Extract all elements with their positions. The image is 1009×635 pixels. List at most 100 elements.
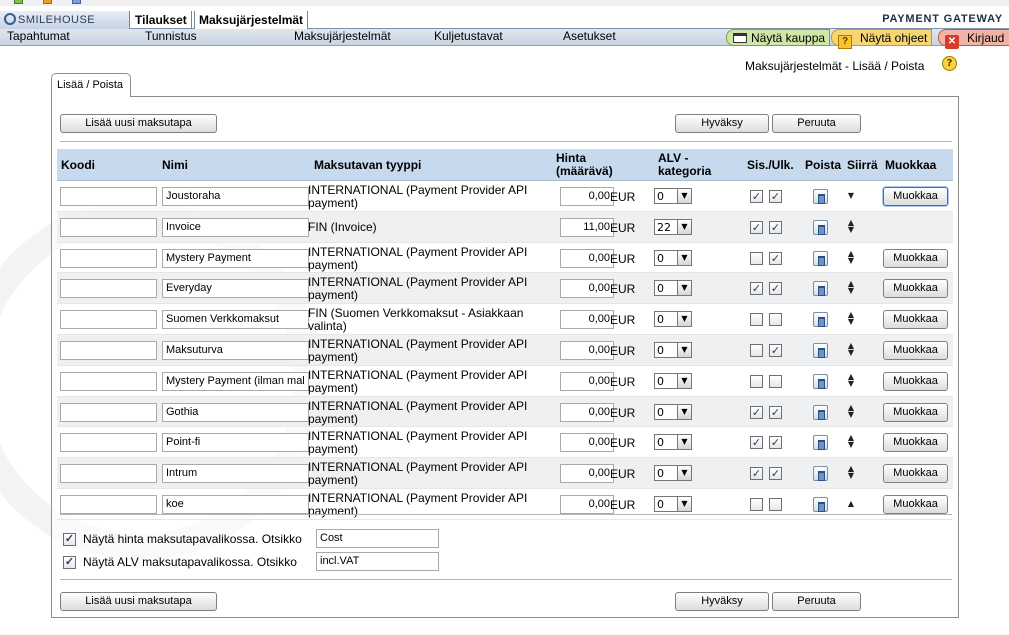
- name-input[interactable]: Intrum: [162, 464, 309, 484]
- name-input[interactable]: Everyday: [162, 279, 309, 299]
- code-input[interactable]: [60, 494, 157, 514]
- trash-icon[interactable]: [813, 219, 828, 235]
- incl-checkbox[interactable]: ✓: [750, 190, 763, 203]
- incl-checkbox[interactable]: ✓: [750, 436, 763, 450]
- code-input[interactable]: [60, 402, 157, 422]
- move-up-down-icon[interactable]: ▲ ▼: [845, 280, 857, 295]
- move-up-down-icon[interactable]: ▲ ▼: [845, 403, 857, 418]
- move-up-down-icon[interactable]: ▲ ▼: [845, 341, 857, 356]
- add-payment-method-button-bottom[interactable]: Lisää uusi maksutapa: [60, 592, 217, 611]
- name-input[interactable]: Suomen Verkkomaksut: [162, 310, 309, 330]
- price-input[interactable]: 0,00: [560, 187, 614, 206]
- excl-checkbox[interactable]: [769, 313, 782, 327]
- nav-item-transactions[interactable]: Tapahtumat: [7, 29, 70, 43]
- trash-icon[interactable]: [813, 466, 828, 482]
- name-input[interactable]: Gothia: [162, 402, 309, 422]
- trash-icon[interactable]: [813, 435, 828, 451]
- excl-checkbox[interactable]: ✓: [769, 436, 782, 450]
- move-up-down-icon[interactable]: ▲ ▼: [845, 249, 857, 264]
- edit-button[interactable]: Muokkaa: [883, 433, 948, 453]
- excl-checkbox[interactable]: ✓: [769, 343, 782, 357]
- nav-item-payment-systems[interactable]: Maksujärjestelmät: [294, 29, 391, 43]
- tab-add-remove[interactable]: Lisää / Poista: [51, 73, 131, 97]
- excl-checkbox[interactable]: ✓: [769, 467, 782, 481]
- excl-checkbox[interactable]: [769, 374, 782, 388]
- trash-icon[interactable]: [813, 404, 828, 420]
- accept-button[interactable]: Hyväksy: [675, 114, 769, 133]
- edit-button[interactable]: Muokkaa: [883, 402, 948, 422]
- code-input[interactable]: [60, 310, 157, 330]
- code-input[interactable]: [60, 248, 157, 268]
- vat-category-select[interactable]: 0 ▼: [654, 495, 692, 512]
- edit-button[interactable]: Muokkaa: [883, 310, 948, 330]
- price-input[interactable]: 0,00: [560, 494, 614, 514]
- incl-checkbox[interactable]: ✓: [750, 405, 763, 419]
- trash-icon[interactable]: [813, 312, 828, 328]
- price-input[interactable]: 0,00: [560, 248, 614, 268]
- move-up-down-icon[interactable]: ▲ ▼: [845, 218, 857, 233]
- price-input[interactable]: 0,00: [560, 310, 614, 330]
- name-input[interactable]: Mystery Payment (ilman mal: [162, 371, 309, 391]
- code-input[interactable]: [60, 217, 157, 237]
- show-price-checkbox[interactable]: ✓: [63, 533, 76, 546]
- move-up-down-icon[interactable]: ▲ ▼: [845, 434, 857, 449]
- vat-category-select[interactable]: 0 ▼: [654, 403, 692, 420]
- move-up-down-icon[interactable]: ▲ ▼: [845, 372, 857, 387]
- incl-checkbox[interactable]: ✓: [750, 220, 763, 234]
- excl-checkbox[interactable]: ✓: [769, 405, 782, 419]
- incl-checkbox[interactable]: ✓: [750, 282, 763, 296]
- move-down-icon[interactable]: ▼: [845, 192, 857, 200]
- incl-checkbox[interactable]: [750, 343, 763, 357]
- price-input[interactable]: 0,00: [560, 433, 614, 453]
- move-up-down-icon[interactable]: ▲ ▼: [845, 465, 857, 480]
- tab-payment-systems[interactable]: Maksujärjestelmät: [194, 11, 309, 29]
- show-help-button[interactable]: ? Näytä ohjeet: [831, 29, 933, 49]
- code-input[interactable]: [60, 464, 157, 484]
- tab-orders[interactable]: Tilaukset: [131, 11, 192, 29]
- price-input[interactable]: 0,00: [560, 340, 614, 360]
- cancel-button-bottom[interactable]: Peruuta: [772, 592, 861, 611]
- add-payment-method-button[interactable]: Lisää uusi maksutapa: [60, 114, 217, 133]
- vat-category-select[interactable]: 0 ▼: [654, 311, 692, 328]
- vat-category-select[interactable]: 0 ▼: [654, 280, 692, 297]
- bookmark-item[interactable]: [14, 0, 26, 5]
- price-input[interactable]: 0,00: [560, 279, 614, 299]
- accept-button-bottom[interactable]: Hyväksy: [675, 592, 769, 611]
- bookmark-item[interactable]: [72, 0, 84, 5]
- name-input[interactable]: koe: [162, 494, 309, 514]
- vat-category-select[interactable]: 0 ▼: [654, 372, 692, 389]
- code-input[interactable]: [60, 371, 157, 391]
- vat-category-select[interactable]: 22 ▼: [654, 218, 692, 235]
- code-input[interactable]: [60, 279, 157, 299]
- incl-checkbox[interactable]: [750, 251, 763, 265]
- show-vat-checkbox[interactable]: ✓: [63, 556, 76, 569]
- price-input[interactable]: 11,00: [560, 217, 614, 237]
- vat-category-select[interactable]: 0 ▼: [654, 434, 692, 451]
- logout-button[interactable]: ✕ Kirjaud: [938, 29, 1009, 49]
- move-up-icon[interactable]: ▲: [845, 499, 857, 507]
- trash-icon[interactable]: [813, 250, 828, 266]
- excl-checkbox[interactable]: ✓: [769, 251, 782, 265]
- vat-category-select[interactable]: 0 ▼: [654, 249, 692, 266]
- incl-checkbox[interactable]: ✓: [750, 467, 763, 481]
- excl-checkbox[interactable]: ✓: [769, 282, 782, 296]
- edit-button[interactable]: Muokkaa: [883, 187, 948, 206]
- edit-button[interactable]: Muokkaa: [883, 279, 948, 299]
- nav-item-settings[interactable]: Asetukset: [563, 29, 616, 43]
- move-up-down-icon[interactable]: ▲ ▼: [845, 311, 857, 326]
- vat-category-select[interactable]: 0 ▼: [654, 465, 692, 482]
- help-icon[interactable]: ?: [942, 56, 957, 71]
- trash-icon[interactable]: [813, 373, 828, 389]
- vat-title-input[interactable]: incl.VAT: [316, 552, 439, 571]
- price-title-input[interactable]: Cost: [316, 529, 439, 548]
- edit-button[interactable]: Muokkaa: [883, 248, 948, 268]
- edit-button[interactable]: Muokkaa: [883, 371, 948, 391]
- trash-icon[interactable]: [813, 342, 828, 358]
- name-input[interactable]: Invoice: [162, 217, 309, 237]
- code-input[interactable]: [60, 187, 157, 206]
- edit-button[interactable]: Muokkaa: [883, 464, 948, 484]
- show-store-button[interactable]: Näytä kauppa: [726, 29, 831, 46]
- name-input[interactable]: Maksuturva: [162, 340, 309, 360]
- edit-button[interactable]: Muokkaa: [883, 340, 948, 360]
- name-input[interactable]: Point-fi: [162, 433, 309, 453]
